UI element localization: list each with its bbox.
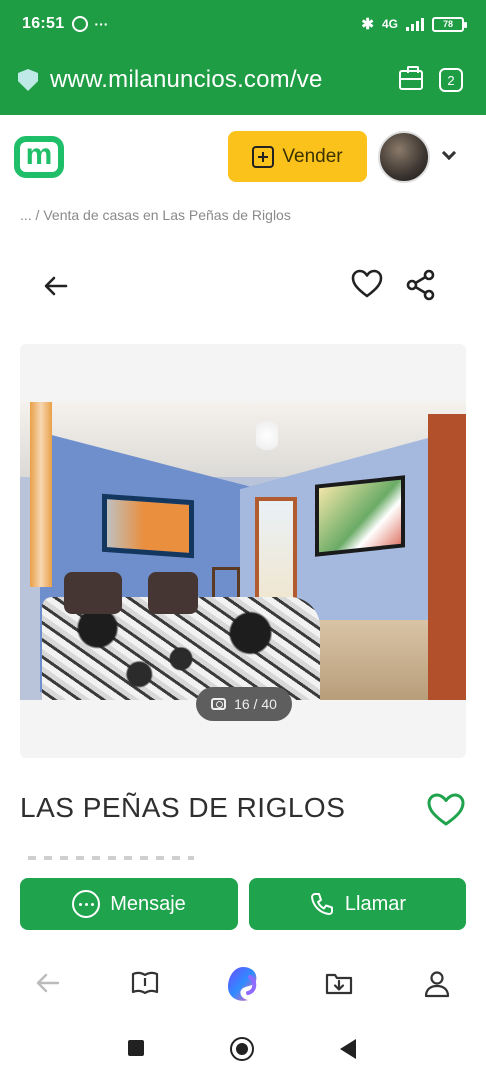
plus-box-icon (252, 145, 275, 168)
back-arrow-icon[interactable] (42, 272, 70, 300)
message-button-label: Mensaje (110, 892, 186, 915)
chat-icon (72, 890, 101, 918)
milanuncios-logo[interactable]: m (14, 136, 64, 178)
signal-icon (406, 17, 424, 31)
phone-icon (310, 893, 333, 915)
android-nav-bar (0, 1020, 486, 1080)
browser-back-icon[interactable] (34, 969, 62, 997)
network-type: 4G (381, 17, 398, 31)
url-text[interactable]: www.milanuncios.com/ve (50, 66, 385, 94)
photo-counter: 16 / 40 (196, 687, 292, 721)
battery-icon: 78 (432, 16, 467, 32)
browser-top-area: 16:51 ··· ✱ 4G 78 www.milanuncios.com/ve… (0, 0, 486, 115)
message-button[interactable]: Mensaje (20, 878, 238, 930)
system-back-icon[interactable] (340, 1039, 356, 1059)
briefcase-icon[interactable] (399, 66, 423, 90)
breadcrumb[interactable]: ... / Venta de casas en Las Peñas de Rig… (20, 207, 291, 223)
downloads-icon[interactable] (324, 969, 354, 997)
ai-assistant-icon[interactable] (222, 963, 264, 1005)
faded-subtitle (28, 856, 194, 860)
recent-apps-icon[interactable] (128, 1040, 144, 1056)
share-icon[interactable] (404, 268, 438, 302)
status-time: 16:51 (22, 15, 65, 32)
photo-counter-text: 16 / 40 (234, 696, 277, 712)
home-icon[interactable] (230, 1037, 254, 1061)
chevron-down-icon[interactable] (441, 145, 457, 161)
camera-icon (211, 698, 227, 710)
sell-button-label: Vender (282, 145, 343, 167)
photo-gallery[interactable]: 16 / 40 (20, 344, 466, 758)
call-button[interactable]: Llamar (249, 878, 466, 930)
logo-letter: m (25, 138, 53, 171)
battery-level: 78 (442, 19, 453, 29)
bluetooth-icon: ✱ (361, 16, 374, 33)
profile-icon[interactable] (422, 969, 452, 999)
listing-photo[interactable] (20, 402, 466, 700)
sell-button[interactable]: Vender (228, 131, 367, 182)
whatsapp-icon (72, 16, 89, 32)
browser-bottom-bar (0, 955, 486, 1015)
heart-icon[interactable] (350, 268, 384, 300)
favorite-heart-icon[interactable] (426, 792, 466, 828)
status-bar: 16:51 ··· ✱ 4G 78 (0, 0, 486, 48)
avatar[interactable] (378, 131, 430, 183)
call-button-label: Llamar (344, 892, 407, 915)
tabs-count-button[interactable]: 2 (439, 68, 463, 92)
bookmarks-icon[interactable] (130, 969, 160, 997)
shield-icon[interactable] (18, 69, 38, 91)
listing-title: LAS PEÑAS DE RIGLOS (20, 792, 346, 823)
more-notifications-icon: ··· (94, 16, 109, 32)
site-header: m Vender (0, 128, 486, 188)
address-bar[interactable]: www.milanuncios.com/ve 2 (0, 56, 486, 104)
